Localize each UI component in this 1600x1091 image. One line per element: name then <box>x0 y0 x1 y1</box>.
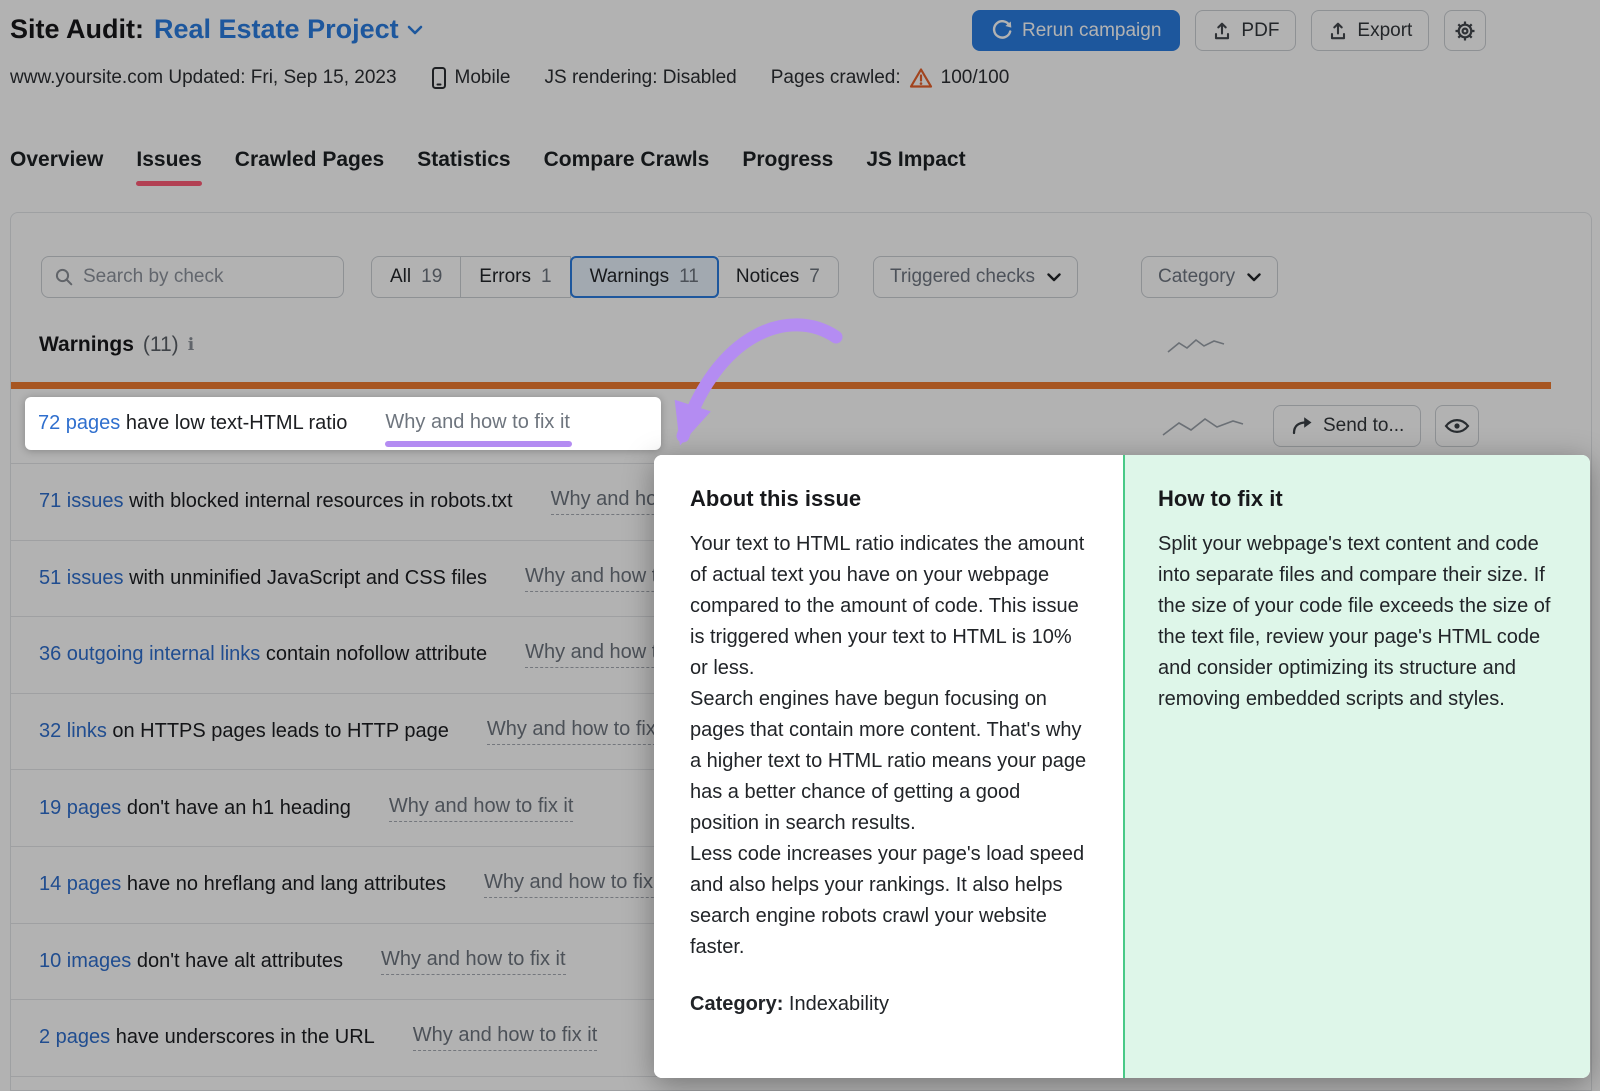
issue-category: Category: Indexability <box>690 993 1087 1016</box>
about-issue-paragraph: Less code increases your page's load spe… <box>690 839 1087 963</box>
how-to-fix-panel: How to fix it Split your webpage's text … <box>1123 455 1590 1078</box>
about-issue-paragraph: Search engines have begun focusing on pa… <box>690 684 1087 839</box>
highlighted-warning-row[interactable]: 72 pages have low text-HTML ratio Why an… <box>25 397 661 450</box>
about-issue-panel: About this issue Your text to HTML ratio… <box>654 455 1123 1078</box>
issue-details-popup: About this issue Your text to HTML ratio… <box>654 455 1590 1078</box>
how-to-fix-title: How to fix it <box>1158 486 1557 512</box>
why-how-to-fix-link[interactable]: Why and how to fix it <box>385 411 570 437</box>
about-issue-paragraph: Your text to HTML ratio indicates the am… <box>690 529 1087 684</box>
about-issue-title: About this issue <box>690 486 1087 512</box>
site-audit-page: Site Audit: Real Estate Project Rerun ca… <box>0 0 1600 1091</box>
issue-count-link[interactable]: 72 pages <box>38 412 120 434</box>
how-to-fix-paragraph: Split your webpage's text content and co… <box>1158 529 1557 715</box>
issue-description: 72 pages have low text-HTML ratio <box>38 412 347 435</box>
